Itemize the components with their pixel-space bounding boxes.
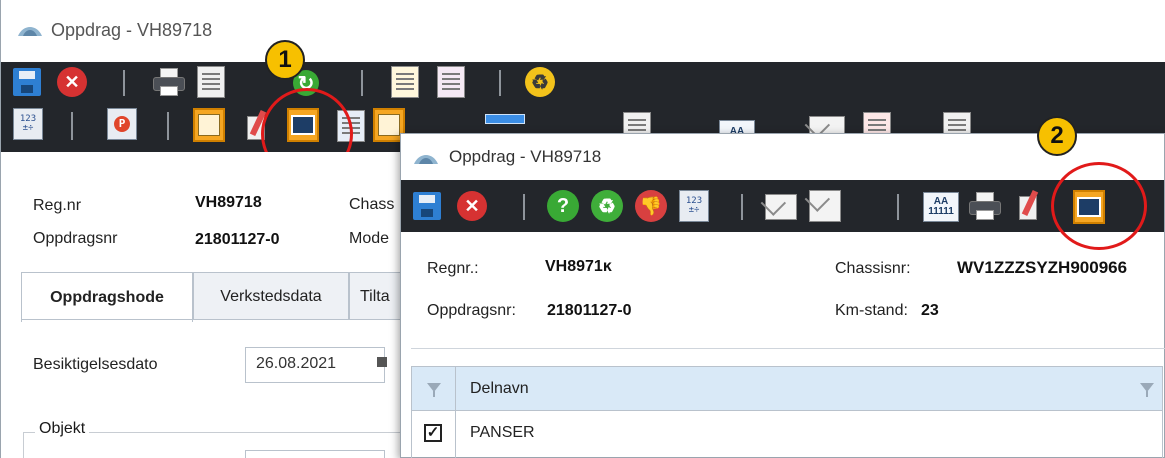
oppdragsnr-value: 21801127-0 xyxy=(195,231,280,248)
filter-icon[interactable] xyxy=(1140,383,1154,397)
toolbar-separator xyxy=(741,194,743,220)
chassisnr-label: Chassisnr: xyxy=(835,260,911,277)
besiktigelse-label: Besiktigelsesdato xyxy=(33,356,158,373)
cancel-icon[interactable]: ✕ xyxy=(457,191,487,221)
grid-check-column xyxy=(412,367,456,458)
oppdragsnr-value: 21801127-0 xyxy=(547,302,632,319)
grid-column-delnavn[interactable]: Delnavn xyxy=(470,380,529,398)
recycle-icon[interactable]: ♻ xyxy=(591,190,623,222)
tab-underline xyxy=(21,319,421,320)
grid-cell-delnavn: PANSER xyxy=(470,424,535,441)
tab-verkstedsdata[interactable]: Verkstedsdata xyxy=(193,272,349,320)
kmstand-value: 23 xyxy=(921,302,939,319)
chassis-label-partial: Chass xyxy=(349,196,395,213)
print-icon[interactable] xyxy=(153,68,185,96)
recycle-icon[interactable]: ♻ xyxy=(525,67,555,97)
form-icon[interactable] xyxy=(485,114,525,124)
kmstand-label: Km-stand: xyxy=(835,302,908,319)
front-window: Oppdrag - VH89718 ✕ ? ♻ 👎 123 ±÷ AA 11111 … xyxy=(400,116,1165,458)
back-window-titlebar: Oppdrag - VH89718 xyxy=(1,0,1165,62)
toolbar-separator xyxy=(897,194,899,220)
parts-grid: Delnavn ✓ PANSER xyxy=(411,366,1163,458)
oppdragsnr-label: Oppdragsnr: xyxy=(427,302,516,319)
edit-document-icon[interactable] xyxy=(437,66,465,98)
pencil-notepad-icon[interactable] xyxy=(1017,189,1043,222)
regnr-value: VH89718 xyxy=(195,194,262,211)
regnr-value: VH8971ĸ xyxy=(545,258,612,275)
help-icon[interactable]: ? xyxy=(547,190,579,222)
back-toolbar-row-1: ✕ ↻ ♻ xyxy=(1,62,1165,102)
calculator-icon[interactable]: 123 ±÷ xyxy=(13,108,43,140)
besiktigelse-date-field[interactable]: 26.08.2021 xyxy=(245,347,385,383)
save-icon[interactable] xyxy=(13,68,41,96)
parking-calculator-icon[interactable]: P xyxy=(107,108,137,140)
objekt-field-partial[interactable] xyxy=(245,450,385,458)
thumbs-down-icon[interactable]: 👎 xyxy=(635,190,667,222)
annotation-badge-1: 1 xyxy=(265,40,305,80)
row-checkbox[interactable]: ✓ xyxy=(424,424,442,442)
print-icon[interactable] xyxy=(969,192,1001,220)
tab-oppdragshode[interactable]: Oppdragshode xyxy=(21,272,193,322)
toolbar-separator xyxy=(499,70,501,96)
calculator-icon[interactable]: 123 ±÷ xyxy=(679,190,709,222)
front-info-panel xyxy=(411,234,1165,349)
toolbar-separator xyxy=(523,194,525,220)
back-window-title: Oppdrag - VH89718 xyxy=(51,20,213,40)
toolbar-separator xyxy=(167,112,169,140)
chassisnr-value: WV1ZZZSYZH900966 xyxy=(957,258,1128,277)
toolbar-separator xyxy=(71,112,73,140)
report-icon[interactable] xyxy=(391,66,419,98)
oppdragsnr-label: Oppdragsnr xyxy=(33,230,118,247)
gold-document-icon[interactable] xyxy=(193,108,225,142)
add-mail-icon[interactable] xyxy=(765,194,797,220)
filter-icon[interactable] xyxy=(427,383,441,397)
cancel-icon[interactable]: ✕ xyxy=(57,67,87,97)
front-toolbar: ✕ ? ♻ 👎 123 ±÷ AA 11111 xyxy=(401,180,1164,232)
regnr-label: Reg.nr xyxy=(33,197,82,214)
objekt-group-label: Objekt xyxy=(35,420,90,438)
toolbar-separator xyxy=(123,70,125,96)
annotation-badge-2: 2 xyxy=(1037,116,1077,156)
calendar-icon[interactable] xyxy=(377,357,387,367)
regnr-label: Regnr.: xyxy=(427,260,479,277)
toolbar-separator xyxy=(361,70,363,96)
window-app-icon xyxy=(18,27,42,36)
exchange-mail-icon[interactable] xyxy=(809,190,841,222)
front-window-title: Oppdrag - VH89718 xyxy=(449,147,602,166)
modell-label-partial: Mode xyxy=(349,230,390,247)
font-aa-icon[interactable]: AA 11111 xyxy=(923,192,959,222)
window-app-icon xyxy=(414,155,438,164)
copy-document-icon[interactable] xyxy=(197,66,225,98)
save-icon[interactable] xyxy=(413,192,441,220)
